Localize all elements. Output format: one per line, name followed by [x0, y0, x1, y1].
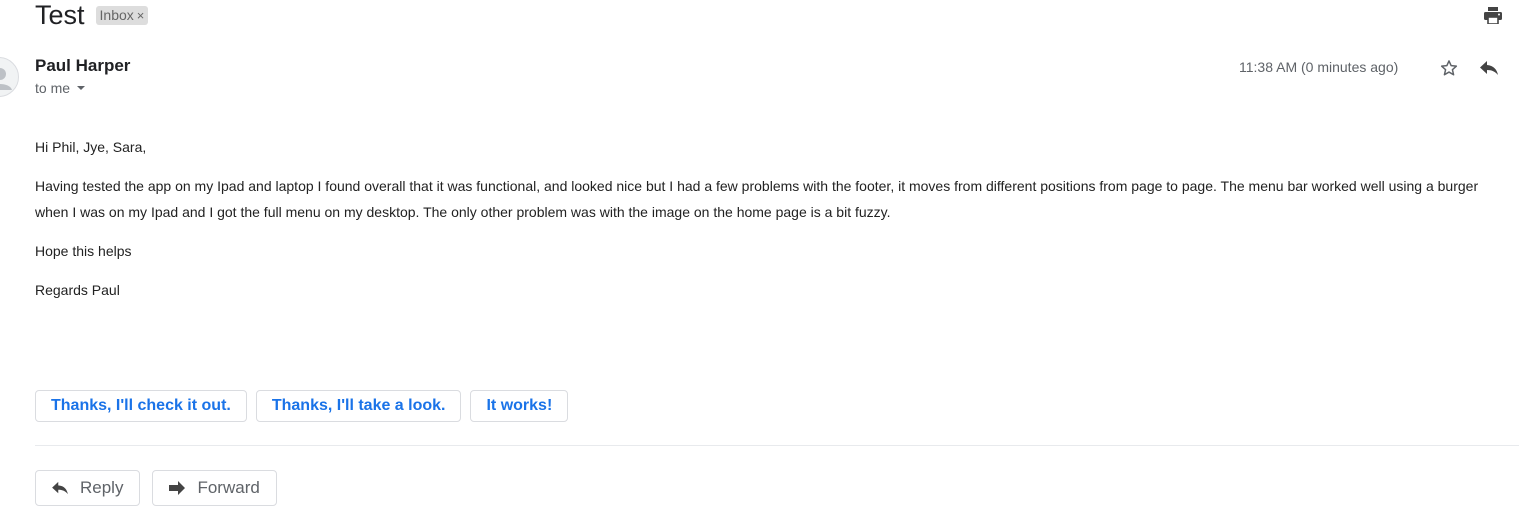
smart-reply-button[interactable]: Thanks, I'll take a look. — [255, 390, 462, 422]
label-chip-text: Inbox — [99, 6, 134, 23]
smart-reply-bar: Thanks, I'll check it out. Thanks, I'll … — [35, 390, 569, 422]
forward-icon — [167, 478, 187, 498]
print-icon — [1484, 6, 1502, 24]
star-outline-icon — [1440, 60, 1458, 76]
remove-label-button[interactable]: × — [137, 8, 145, 23]
reply-icon — [1480, 61, 1498, 75]
recipient-details-toggle[interactable]: to me — [35, 80, 86, 96]
recipient-text: to me — [35, 80, 71, 96]
body-paragraph: Hope this helps — [35, 243, 132, 259]
body-paragraph: Regards Paul — [35, 282, 120, 298]
reply-button[interactable]: Reply — [35, 470, 141, 506]
message-body: Hi Phil, Jye, Sara, Having tested the ap… — [35, 134, 1510, 316]
body-paragraph: Hi Phil, Jye, Sara, — [35, 139, 147, 155]
reply-icon-button[interactable] — [1477, 56, 1501, 80]
label-chip-inbox[interactable]: Inbox × — [95, 5, 149, 25]
body-paragraph: Having tested the app on my Ipad and lap… — [35, 178, 1479, 220]
subject-row: Test Inbox × — [35, 0, 149, 30]
forward-button-label: Forward — [197, 478, 260, 497]
forward-button[interactable]: Forward — [152, 470, 277, 506]
smart-reply-button[interactable]: Thanks, I'll check it out. — [35, 390, 247, 422]
sender-name[interactable]: Paul Harper — [35, 56, 130, 76]
star-button[interactable] — [1437, 56, 1461, 80]
reply-button-label: Reply — [80, 478, 124, 497]
person-icon — [0, 68, 12, 90]
divider — [35, 445, 1519, 446]
print-button[interactable] — [1482, 4, 1504, 26]
chevron-down-icon — [77, 86, 86, 90]
message-actions: Reply Forward — [35, 470, 277, 506]
sender-avatar[interactable] — [0, 57, 19, 97]
message-timestamp: 11:38 AM (0 minutes ago) — [1239, 59, 1399, 75]
reply-icon — [50, 478, 70, 498]
smart-reply-button[interactable]: It works! — [470, 390, 569, 422]
email-subject: Test — [35, 0, 85, 30]
